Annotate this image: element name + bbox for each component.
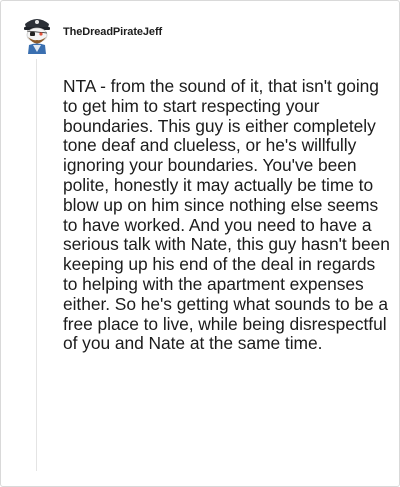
comment-header: TheDreadPirateJeff [19,14,162,54]
comment-body-text: NTA - from the sound of it, that isn't g… [63,76,390,354]
comment-card: TheDreadPirateJeff NTA - from the sound … [0,0,400,487]
thread-line[interactable] [36,59,37,471]
username-link[interactable]: TheDreadPirateJeff [63,26,162,38]
pirate-snoo-avatar-icon[interactable] [19,14,55,54]
